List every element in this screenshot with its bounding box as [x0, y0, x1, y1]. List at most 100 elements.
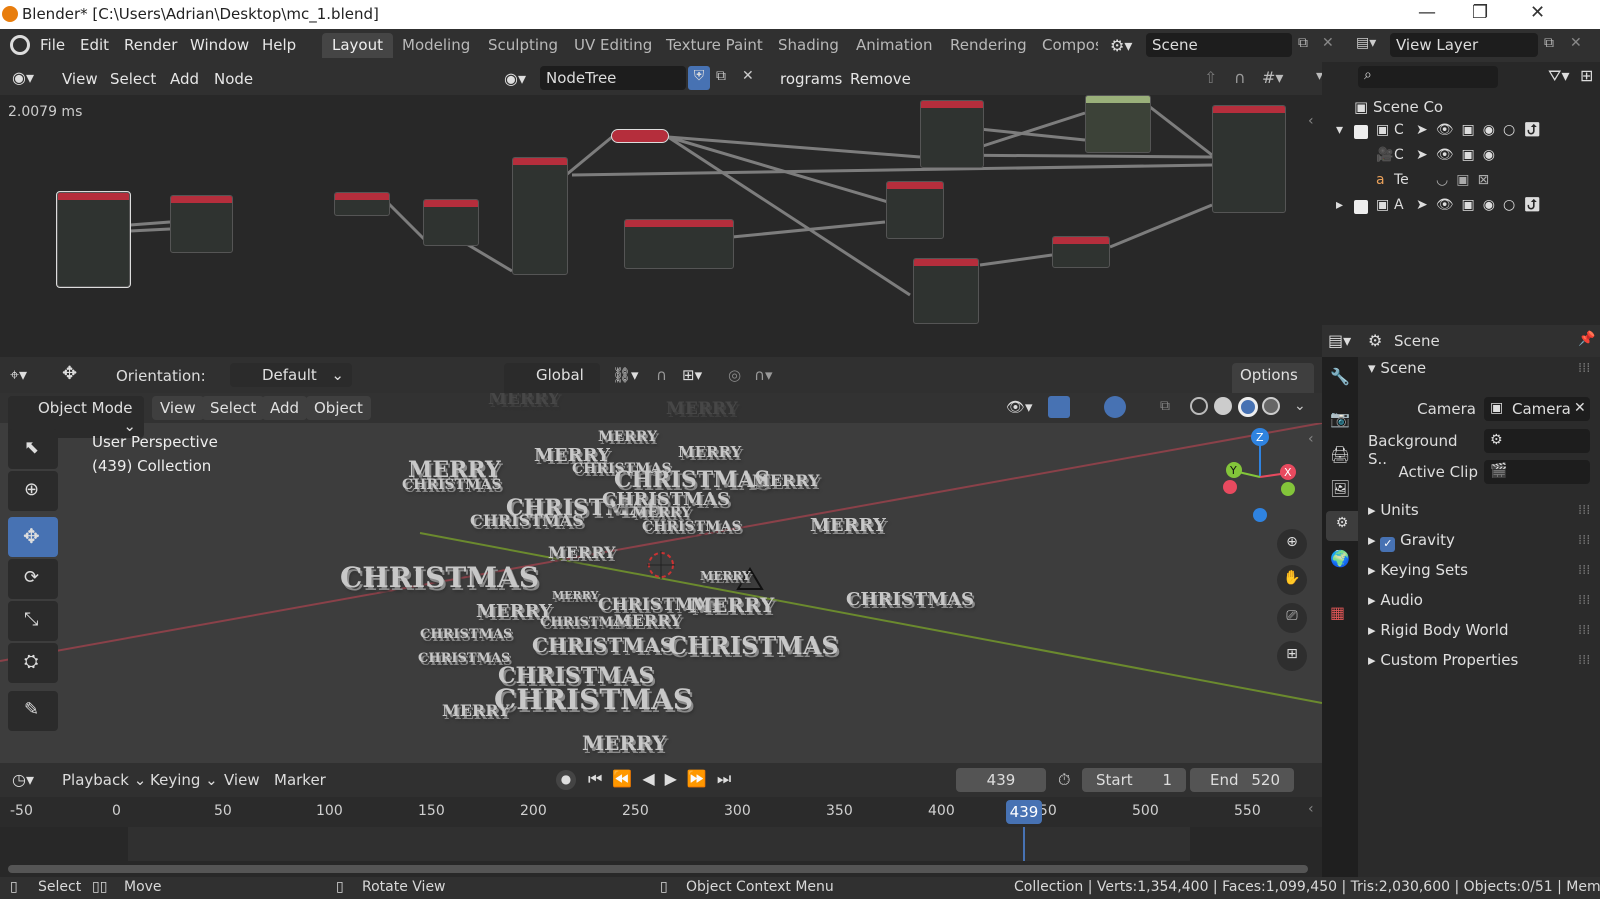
3d-viewport[interactable]: MERRY MERRY MERRY MERRY MERRY MERRY CHRI…	[0, 393, 1322, 763]
select-tool-icon[interactable]: ⬉	[8, 429, 58, 469]
node-random-number[interactable]	[913, 258, 979, 324]
text-object[interactable]: MERRY	[552, 589, 598, 602]
camera-view-icon[interactable]: ⎚	[1277, 603, 1307, 633]
timeline-marker-menu[interactable]: Marker	[274, 771, 326, 789]
copy-tree-icon[interactable]: ⧉	[716, 68, 726, 84]
orientation-dropdown[interactable]: Default ⌄	[230, 363, 352, 387]
view-layer-selector[interactable]: View Layer	[1390, 33, 1538, 57]
text-object[interactable]: CHRISTMAS	[532, 633, 674, 657]
text-object[interactable]: MERRY	[582, 731, 666, 755]
pivot-point-icon[interactable]: ⛓▾	[612, 366, 639, 384]
node-repeat-list[interactable]	[886, 181, 944, 239]
text-object[interactable]: CHRISTMAS	[418, 651, 510, 666]
blender-menu-icon[interactable]	[10, 35, 30, 55]
menu-help[interactable]: Help	[262, 36, 296, 54]
checkbox-icon[interactable]	[1354, 125, 1368, 139]
text-object[interactable]: MERRY	[678, 443, 741, 461]
start-frame-field[interactable]: Start 1	[1082, 768, 1186, 792]
tab-compositing[interactable]: Compos	[1032, 33, 1098, 58]
overlay-toggle-icon[interactable]	[1104, 396, 1126, 418]
viewport-menu-view[interactable]: View	[152, 396, 204, 420]
tab-shading[interactable]: Shading	[768, 33, 849, 58]
node-tree-selector[interactable]: NodeTree	[540, 66, 686, 90]
properties-editor-icon[interactable]: ▤▾	[1328, 331, 1351, 350]
drag-handle-icon[interactable]: ⁞⁞⁞	[1578, 533, 1590, 548]
unlink-tree-icon[interactable]: ✕	[742, 68, 754, 84]
outliner-row[interactable]: 🎥 C ➤👁▣◉	[1336, 147, 1600, 171]
node-object-instancer[interactable]	[920, 100, 984, 168]
clear-camera-icon[interactable]: ✕	[1574, 400, 1586, 416]
proportional-edit-icon[interactable]: ◎	[728, 366, 741, 384]
viewport-editor-type-icon[interactable]: ⌖▾	[10, 365, 27, 385]
remove-button[interactable]: Remove	[850, 70, 911, 88]
snap-grid-icon[interactable]: #▾	[1262, 68, 1283, 87]
zoom-icon[interactable]: ⊕	[1277, 529, 1307, 559]
outliner-row[interactable]: ▾ ▣ C ➤👁▣◉○⤴	[1336, 122, 1600, 146]
visibility-icon[interactable]: 👁▾	[1006, 398, 1033, 416]
text-object[interactable]: CHRISTMAS	[642, 519, 742, 535]
solid-shading-icon[interactable]	[1214, 397, 1232, 415]
audio-panel[interactable]: ▸ Audio	[1368, 591, 1423, 609]
node-vector-from-value[interactable]	[1052, 236, 1110, 268]
node-menu-node[interactable]: Node	[214, 70, 253, 88]
tab-uv-editing[interactable]: UV Editing	[564, 33, 662, 58]
maximize-button[interactable]: ❐	[1472, 2, 1488, 23]
record-icon[interactable]: ●	[556, 770, 576, 790]
text-object[interactable]: CHRISTMAS	[402, 477, 502, 493]
timeline-scrollbar[interactable]	[8, 865, 1308, 873]
wireframe-shading-icon[interactable]	[1190, 397, 1208, 415]
drag-handle-icon[interactable]: ⁞⁞⁞	[1578, 361, 1590, 376]
scene-panel-header[interactable]: ▾ Scene	[1368, 359, 1426, 377]
timeline-keying-menu[interactable]: Keying ⌄	[150, 771, 218, 789]
restriction-icons[interactable]: ➤👁▣◉○⤴	[1416, 197, 1549, 213]
outliner-search-input[interactable]: ⌕	[1358, 66, 1498, 88]
rendered-shading-icon[interactable]	[1262, 397, 1280, 415]
text-object[interactable]: CHRISTMAS	[494, 683, 693, 716]
text-object[interactable]: CHRISTMAS	[470, 511, 584, 530]
tool-tab-icon[interactable]: 🔧	[1330, 367, 1350, 386]
playhead-indicator[interactable]: 439	[1006, 800, 1042, 824]
scene-tab-icon[interactable]: ⚙	[1326, 511, 1358, 541]
rotate-tool-icon[interactable]: ⟳	[8, 559, 58, 599]
text-object[interactable]: MERRY	[810, 515, 886, 536]
node-time-info[interactable]	[334, 192, 390, 216]
text-object[interactable]: MERRY	[614, 611, 681, 630]
menu-edit[interactable]: Edit	[80, 36, 109, 54]
restriction-icons[interactable]: ➤👁▣◉	[1416, 147, 1503, 163]
stopwatch-icon[interactable]: ⏱	[1058, 770, 1070, 790]
scene-icon[interactable]: ⚙▾	[1110, 36, 1132, 55]
snap-target-icon[interactable]: ⊞▾	[682, 366, 702, 384]
gravity-checkbox[interactable]: ✓	[1380, 537, 1396, 552]
timeline-view-menu[interactable]: View	[224, 771, 260, 789]
node-text-object-output[interactable]	[170, 195, 233, 253]
texture-tab-icon[interactable]: ▦	[1330, 603, 1345, 622]
new-view-layer-icon[interactable]: ⧉	[1544, 35, 1554, 51]
tab-modeling[interactable]: Modeling	[392, 33, 480, 58]
text-object[interactable]: CHRISTMAS	[340, 561, 539, 594]
delete-scene-icon[interactable]: ✕	[1322, 35, 1334, 51]
tab-animation[interactable]: Animation	[846, 33, 942, 58]
timeline-playback-menu[interactable]: Playback ⌄	[62, 771, 146, 789]
outliner-row[interactable]: a Te ◡▣⊠	[1336, 172, 1600, 196]
cursor-tool-icon[interactable]: ⊕	[8, 471, 58, 511]
drag-handle-icon[interactable]: ⁞⁞⁞	[1578, 653, 1590, 668]
current-frame-field[interactable]: 439	[956, 768, 1046, 792]
outliner-row[interactable]: ▸ ▣ A ➤👁▣◉○⤴	[1336, 197, 1600, 221]
editor-type-icon[interactable]: ◉▾	[12, 68, 34, 87]
world-tab-icon[interactable]: 🌍	[1330, 549, 1350, 568]
viewport-menu-add[interactable]: Add	[262, 396, 308, 420]
move-tool-button-icon[interactable]: ✥	[8, 517, 58, 557]
viewport-menu-select[interactable]: Select	[202, 396, 265, 420]
viewport-menu-object[interactable]: Object	[306, 396, 371, 420]
fake-user-shield-icon[interactable]: ⛨	[688, 66, 710, 90]
text-object[interactable]: CHRISTMAS	[846, 589, 974, 610]
timeline-sidebar-arrow-icon[interactable]: ‹	[1308, 801, 1314, 817]
node-object-transforms-output[interactable]	[1212, 105, 1286, 213]
text-object[interactable]: CHRISTMAS	[420, 627, 512, 642]
node-vector-wiggle[interactable]	[512, 157, 568, 275]
node-object-output[interactable]	[1085, 95, 1151, 153]
drag-handle-icon[interactable]: ⁞⁞⁞	[1578, 503, 1590, 518]
timeline-ruler[interactable]: -50 0 50 100 150 200 250 300 350 400 450 500 550 439…	[0, 797, 1322, 827]
falloff-icon[interactable]: ∩▾	[754, 366, 773, 384]
gravity-panel[interactable]: ▸ ✓ Gravity	[1368, 531, 1455, 552]
